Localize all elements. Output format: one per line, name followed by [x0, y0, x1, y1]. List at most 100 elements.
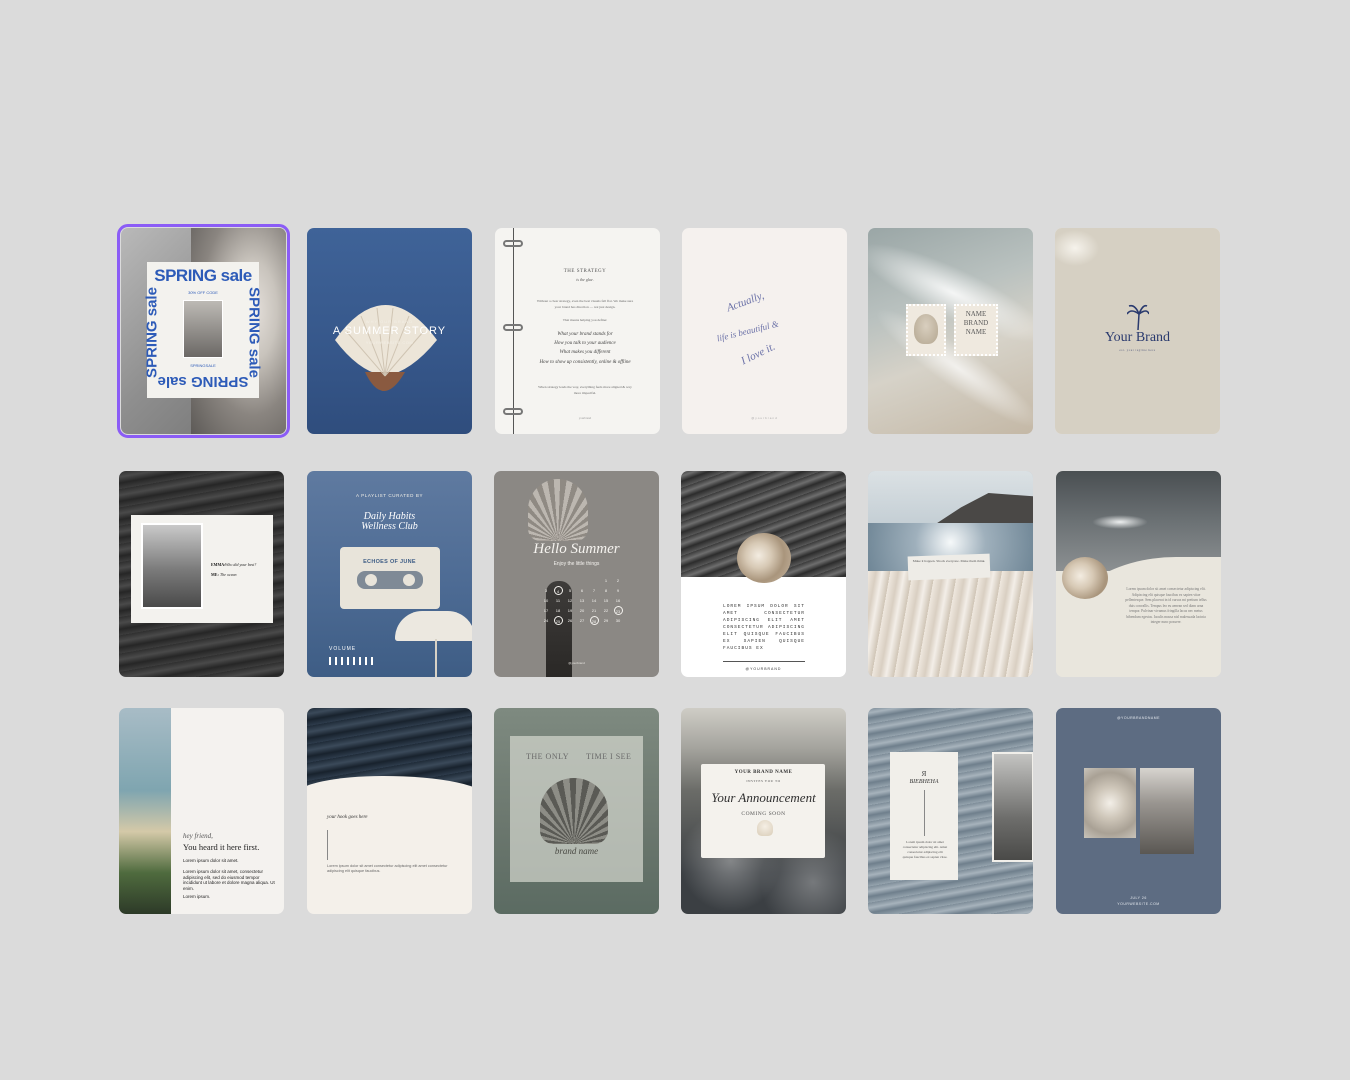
- calendar-day: 6: [580, 587, 584, 593]
- beach-photo: [119, 708, 171, 914]
- strategy-item-2: How you talk to your audience: [554, 341, 616, 346]
- template-card-summer-story[interactable]: WHY OUR BRAND A SUMMER STORY YOURWEBSITE…: [307, 228, 472, 434]
- strategy-item-3: What makes you different: [559, 350, 611, 355]
- calendar-day: 22: [603, 607, 609, 613]
- torn-note: [907, 553, 991, 581]
- volume-bars: [329, 657, 377, 665]
- template-card-nautilus-text[interactable]: LOREM IPSUM DOLOR SIT AMET CONSECTETUR A…: [681, 471, 846, 677]
- calendar-day: 15: [603, 597, 609, 603]
- template-card-playlist[interactable]: A PLAYLIST CURATED BY Daily Habits Welln…: [307, 471, 472, 677]
- template-card-spring-sale[interactable]: SPRING sale SPRING sale SPRING sale SPRI…: [117, 224, 290, 438]
- beach-script: hey friend,: [183, 832, 213, 840]
- announce-coming: COMING SOON: [741, 811, 786, 817]
- calendar-day: 7: [592, 587, 596, 593]
- binder-ring-bottom: [503, 408, 523, 415]
- calendar-day: 19: [567, 607, 573, 613]
- template-card-cliff-note[interactable]: Make it happen. Shock everyone. Make the…: [868, 471, 1033, 677]
- binder-spine: [513, 228, 514, 434]
- calendar-day: 4: [553, 585, 563, 595]
- quote-line-3: I love it.: [739, 340, 778, 368]
- quote-line-1: Actually,: [725, 289, 766, 315]
- calendar-day: 10: [543, 597, 549, 603]
- sale-headline-left: SPRING sale: [143, 287, 161, 378]
- tape-label: ECHOES OF JUNE: [363, 559, 416, 565]
- sale-offer: 30% OFF CODE: [188, 290, 218, 295]
- scallop-closeup: [868, 571, 1033, 677]
- strategy-closing: When strategy leads the way, everything …: [538, 385, 632, 395]
- hook-text: your hook goes here: [327, 815, 368, 820]
- brand-name: Your Brand: [1104, 330, 1171, 345]
- story-eyebrow: WHY OUR BRAND: [365, 319, 414, 324]
- calendar-day: 1: [604, 577, 608, 583]
- strategy-handle: yourbrand: [578, 416, 592, 420]
- calendar-day: 27: [579, 617, 585, 623]
- template-card-portrait-shell[interactable]: @YOURBRANDNAME JULY 26 YOURWEBSITE.COM: [1056, 708, 1221, 914]
- template-card-script-quote[interactable]: Actually, life is beautiful & I love it.…: [682, 228, 847, 434]
- calendar-day: 3: [544, 587, 548, 593]
- calendar-day: 26: [567, 617, 573, 623]
- template-card-beach-note[interactable]: hey friend, You heard it here first. Lor…: [119, 708, 284, 914]
- palm-tree-icon: [1127, 304, 1149, 330]
- held-shell: [528, 479, 588, 541]
- quote-footer: @yourbrand: [751, 416, 778, 420]
- volume-label: VOLUME: [329, 646, 357, 652]
- only-left: THE ONLY: [526, 752, 569, 761]
- wax-seal-shell: [757, 820, 773, 836]
- umbrella-pole: [435, 639, 437, 677]
- wave-crest: [1092, 515, 1148, 529]
- hook-line: [327, 830, 328, 860]
- calendar-grid: 1 2 3 4 5 6 7 8 9 10 11 12 13 14 15 16 17 18 19 20 21 22 23 24 2…: [540, 575, 624, 635]
- woman-photo: [1140, 768, 1194, 854]
- hello-handle: @yourbrand: [568, 661, 585, 665]
- sale-headline-top: SPRING sale: [154, 266, 252, 285]
- calendar-day: 18: [555, 607, 561, 613]
- template-card-hook[interactable]: your hook goes here Lorem ipsum dolor si…: [307, 708, 472, 914]
- announce-brand: YOUR BRAND NAME: [734, 770, 793, 775]
- announce-script: Your Announcement: [711, 790, 816, 805]
- journal-icon: Я: [921, 770, 927, 778]
- hello-subtitle: Enjoy the little things: [553, 561, 600, 567]
- template-card-wave-text[interactable]: Lorem ipsum dolor sit amet consectetur a…: [1056, 471, 1221, 677]
- portrait-url: YOURWEBSITE.COM: [1117, 902, 1160, 906]
- strategy-lead: That means helping you define:: [562, 318, 608, 322]
- beach-headline: You heard it here first.: [183, 842, 260, 852]
- calendar-day: 9: [616, 587, 620, 593]
- template-card-announcement[interactable]: YOUR BRAND NAME INVITES YOU TO Your Anno…: [681, 708, 846, 914]
- sale-inner-photo: [183, 300, 223, 358]
- note-text: Make it happen. Shock everyone. Make the…: [912, 559, 986, 563]
- calendar-day: 5: [568, 587, 572, 593]
- template-card-only-time[interactable]: THE ONLY TIME I SEE brand name: [494, 708, 659, 914]
- template-card-hello-summer[interactable]: Hello Summer Enjoy the little things 123…: [494, 471, 659, 677]
- binder-ring-top: [503, 240, 523, 247]
- quote-line-2: life is beautiful &: [715, 318, 780, 344]
- calendar-day: 12: [567, 597, 573, 603]
- strategy-item-1: What your brand stands for: [557, 332, 613, 337]
- template-card-interview[interactable]: EMMA: Who did your best? ME: The ocean: [119, 471, 284, 677]
- stamp-brand-text: NAME BRAND NAME: [963, 310, 989, 336]
- beach-p2: Lorem ipsum dolor sit amet, consectetur …: [183, 869, 275, 891]
- beach-umbrella: [395, 611, 472, 641]
- shell-photo: [1084, 768, 1136, 838]
- template-card-stamps[interactable]: NAME BRAND NAME: [868, 228, 1033, 434]
- only-script: brand name: [554, 846, 599, 856]
- playlist-title-2: Wellness Club: [361, 521, 418, 532]
- calendar-day: 25: [553, 615, 563, 625]
- calendar-day: 24: [543, 617, 549, 623]
- calendar-day: 13: [579, 597, 585, 603]
- tape-reel-right: [403, 574, 415, 586]
- calendar-day: 30: [615, 617, 621, 623]
- only-right: TIME I SEE: [586, 752, 632, 761]
- calendar-day: 11: [555, 597, 561, 603]
- template-card-journal[interactable]: Я BIEBHEHA Lorem ipsum dolor sit amet co…: [868, 708, 1033, 914]
- sale-headline-right: SPRING sale: [245, 287, 263, 378]
- interview-photo: [141, 523, 203, 609]
- journal-title: BIEBHEHA: [909, 779, 939, 785]
- template-card-the-strategy[interactable]: THE STRATEGY is the glue. Without a clea…: [495, 228, 660, 434]
- beach-p3: Lorem ipsum.: [183, 894, 211, 899]
- calendar-day: 16: [615, 597, 621, 603]
- nautilus-small: [1062, 557, 1108, 599]
- calendar-day: 2: [616, 577, 620, 583]
- journal-photo: [992, 752, 1033, 862]
- template-card-your-brand[interactable]: Your Brand est. your tagline here: [1055, 228, 1220, 434]
- playlist-eyebrow: A PLAYLIST CURATED BY: [355, 493, 424, 498]
